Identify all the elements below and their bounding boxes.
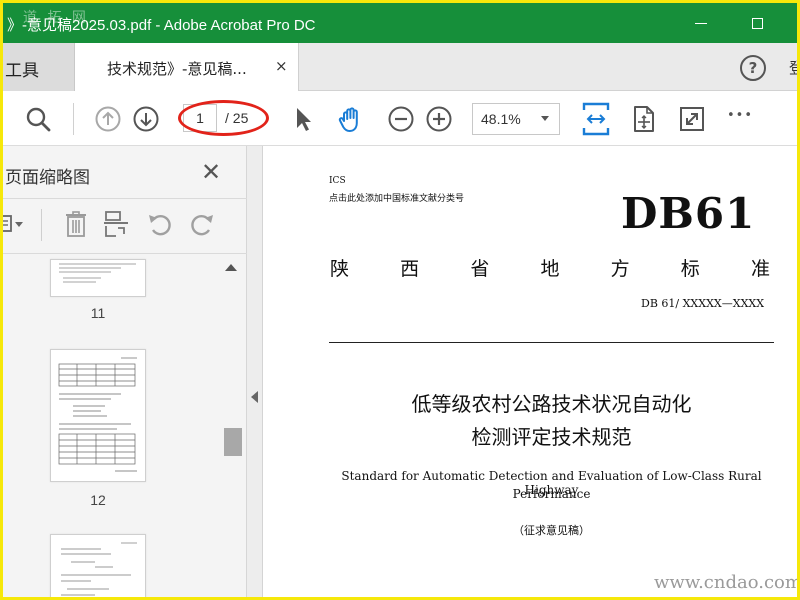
tab-tools-label: 工具 <box>5 61 39 81</box>
province-char: 准 <box>750 258 770 280</box>
scroll-thumb[interactable] <box>224 428 242 456</box>
zoom-value: 48.1% <box>481 111 521 127</box>
tab-tools[interactable]: 工具 <box>3 43 75 91</box>
province-char: 省 <box>470 258 490 280</box>
scroll-up-icon[interactable] <box>225 264 237 271</box>
options-menu-icon[interactable] <box>3 209 27 239</box>
doc-divider <box>329 342 774 343</box>
fit-width-icon[interactable] <box>581 102 611 136</box>
select-cursor-icon[interactable] <box>288 104 318 134</box>
tab-close-icon[interactable]: × <box>275 57 288 75</box>
hand-tool-icon[interactable] <box>336 104 366 134</box>
doc-english-title-line2: Performance <box>512 487 591 501</box>
minimize-button[interactable] <box>689 11 713 35</box>
toolbar: 1 / 25 48.1% ••• <box>3 91 797 146</box>
full-screen-icon[interactable] <box>677 104 707 134</box>
minimize-icon <box>695 22 707 24</box>
toolbar-divider <box>73 103 74 135</box>
title-bar: 》-意见稿2025.03.pdf - Adobe Acrobat Pro DC … <box>3 3 797 43</box>
doc-standard-prefix: DB61 <box>621 189 756 238</box>
page-thumbnail-12[interactable] <box>50 349 146 482</box>
collapse-arrow-icon[interactable] <box>251 391 258 403</box>
help-button[interactable]: ? <box>740 55 766 81</box>
redo-icon[interactable] <box>187 209 217 239</box>
doc-title-line2: 检测评定技术规范 <box>471 425 632 449</box>
panel-title: 页面缩略图 <box>5 168 90 188</box>
province-char: 地 <box>540 258 560 280</box>
page-thumbnail-13[interactable] <box>50 534 146 597</box>
zoom-select[interactable]: 48.1% <box>472 103 560 135</box>
chevron-down-icon <box>541 116 549 121</box>
province-char: 标 <box>680 258 700 280</box>
tab-document-label: 技术规范》-意见稿... <box>107 60 247 78</box>
document-view[interactable]: ICS 点击此处添加中国标准文献分类号 DB61 陕 西 省 地 方 标 准 D… <box>264 146 797 597</box>
province-char: 方 <box>610 258 630 280</box>
extract-pages-icon[interactable] <box>101 209 131 239</box>
delete-page-icon[interactable] <box>61 209 91 239</box>
maximize-icon <box>751 17 763 29</box>
doc-ics: ICS <box>329 176 346 186</box>
maximize-button[interactable] <box>745 11 769 35</box>
zoom-in-icon[interactable] <box>424 104 454 134</box>
province-char: 西 <box>400 258 420 280</box>
tab-bar: 工具 技术规范》-意见稿... × ? 登 <box>3 43 797 91</box>
doc-standard-code: DB 61/ XXXXX—XXXX <box>641 297 765 310</box>
undo-icon[interactable] <box>145 209 175 239</box>
panel-toolbar-divider <box>41 209 42 241</box>
panel-collapse-strip[interactable] <box>247 146 263 597</box>
doc-draft-note: （征求意见稿） <box>513 524 590 537</box>
doc-title-line1: 低等级农村公路技术状况自动化 <box>411 392 692 416</box>
thumbnail-number: 12 <box>90 492 106 508</box>
thumbnail-panel: 页面缩略图 ✕ 11 12 <box>3 146 247 597</box>
doc-classification-hint: 点击此处添加中国标准文献分类号 <box>329 194 465 204</box>
watermark-bottom: www.cndao.com <box>654 572 797 593</box>
search-icon[interactable] <box>23 104 53 134</box>
more-icon[interactable]: ••• <box>727 108 753 123</box>
rotate-page-icon[interactable] <box>629 104 659 134</box>
thumbnail-scrollbar[interactable] <box>221 258 243 594</box>
page-thumbnail-11[interactable] <box>50 259 146 297</box>
watermark-top: 道 拓 网 <box>23 10 89 26</box>
next-page-icon[interactable] <box>131 104 161 134</box>
prev-page-icon[interactable] <box>93 104 123 134</box>
thumbnail-number: 11 <box>90 305 106 321</box>
tab-document[interactable]: 技术规范》-意见稿... × <box>75 43 299 91</box>
close-icon[interactable]: ✕ <box>201 158 221 186</box>
province-char: 陕 <box>330 258 350 280</box>
sign-in-label[interactable]: 登 <box>789 57 797 78</box>
panel-toolbar <box>3 198 247 254</box>
highlight-annotation <box>178 100 269 136</box>
acrobat-window: 》-意见稿2025.03.pdf - Adobe Acrobat Pro DC … <box>3 3 797 597</box>
doc-province-heading: 陕 西 省 地 方 标 准 <box>330 254 770 281</box>
zoom-out-icon[interactable] <box>386 104 416 134</box>
